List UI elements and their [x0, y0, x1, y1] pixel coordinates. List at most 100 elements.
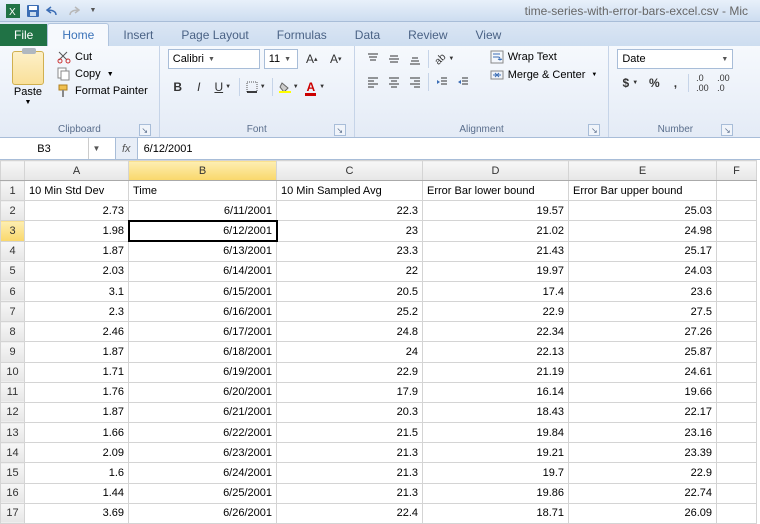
row-header[interactable]: 11: [1, 382, 25, 402]
cell[interactable]: 19.84: [423, 423, 569, 443]
cell[interactable]: 22: [277, 261, 423, 281]
cell[interactable]: 21.19: [423, 362, 569, 382]
cell[interactable]: [717, 322, 757, 342]
merge-center-button[interactable]: Merge & Center ▼: [487, 67, 601, 83]
row-header[interactable]: 4: [1, 241, 25, 261]
dialog-launcher-icon[interactable]: ↘: [721, 124, 733, 136]
cell[interactable]: 6/23/2001: [129, 443, 277, 463]
dialog-launcher-icon[interactable]: ↘: [139, 124, 151, 136]
cell[interactable]: 17.9: [277, 382, 423, 402]
cell[interactable]: 6/15/2001: [129, 281, 277, 301]
decrease-indent-button[interactable]: [432, 72, 452, 92]
accounting-format-button[interactable]: $▼: [617, 73, 643, 93]
cut-button[interactable]: Cut: [54, 49, 151, 65]
align-middle-button[interactable]: [384, 49, 404, 69]
italic-button[interactable]: I: [189, 77, 209, 97]
cell[interactable]: Time: [129, 181, 277, 201]
cell[interactable]: 3.1: [25, 281, 129, 301]
tab-page-layout[interactable]: Page Layout: [167, 24, 262, 46]
increase-indent-button[interactable]: [453, 72, 473, 92]
tab-data[interactable]: Data: [341, 24, 394, 46]
formula-input[interactable]: 6/12/2001: [137, 138, 760, 159]
format-painter-button[interactable]: Format Painter: [54, 83, 151, 99]
cell[interactable]: [717, 503, 757, 523]
cell[interactable]: 17.4: [423, 281, 569, 301]
underline-button[interactable]: U▼: [210, 77, 236, 97]
undo-icon[interactable]: [44, 2, 62, 20]
row-header[interactable]: 14: [1, 443, 25, 463]
percent-button[interactable]: %: [644, 73, 664, 93]
name-box[interactable]: ▼: [0, 138, 116, 159]
cell[interactable]: 2.03: [25, 261, 129, 281]
cell[interactable]: 22.13: [423, 342, 569, 362]
cell[interactable]: 24.03: [569, 261, 717, 281]
qat-dropdown-icon[interactable]: ▼: [84, 2, 102, 20]
cell[interactable]: [717, 261, 757, 281]
cell[interactable]: [717, 281, 757, 301]
cell[interactable]: 23.6: [569, 281, 717, 301]
chevron-down-icon[interactable]: ▼: [88, 138, 104, 159]
cell[interactable]: [717, 362, 757, 382]
cell[interactable]: 21.3: [277, 483, 423, 503]
row-header[interactable]: 1: [1, 181, 25, 201]
cell[interactable]: 10 Min Std Dev: [25, 181, 129, 201]
cell[interactable]: 24.98: [569, 221, 717, 241]
redo-icon[interactable]: [64, 2, 82, 20]
cell[interactable]: 25.17: [569, 241, 717, 261]
font-color-button[interactable]: A ▼: [303, 77, 329, 97]
cell[interactable]: 6/14/2001: [129, 261, 277, 281]
cell[interactable]: 22.9: [423, 302, 569, 322]
row-header[interactable]: 13: [1, 423, 25, 443]
increase-decimal-button[interactable]: .0.00: [692, 73, 712, 93]
cell[interactable]: 1.6: [25, 463, 129, 483]
bold-button[interactable]: B: [168, 77, 188, 97]
cell[interactable]: 6/20/2001: [129, 382, 277, 402]
align-center-button[interactable]: [384, 72, 404, 92]
cell[interactable]: 18.43: [423, 402, 569, 422]
row-header[interactable]: 17: [1, 503, 25, 523]
row-header[interactable]: 3: [1, 221, 25, 241]
cell[interactable]: 2.73: [25, 201, 129, 221]
cell[interactable]: 18.71: [423, 503, 569, 523]
row-header[interactable]: 16: [1, 483, 25, 503]
cell[interactable]: [717, 241, 757, 261]
tab-view[interactable]: View: [462, 24, 516, 46]
cell[interactable]: 6/11/2001: [129, 201, 277, 221]
cell[interactable]: 26.09: [569, 503, 717, 523]
cell[interactable]: 19.86: [423, 483, 569, 503]
dialog-launcher-icon[interactable]: ↘: [334, 124, 346, 136]
font-size-combo[interactable]: 11▼: [264, 49, 298, 69]
decrease-decimal-button[interactable]: .00.0: [713, 73, 733, 93]
cell[interactable]: 19.57: [423, 201, 569, 221]
cell[interactable]: 19.66: [569, 382, 717, 402]
cell[interactable]: Error Bar lower bound: [423, 181, 569, 201]
font-name-combo[interactable]: Calibri▼: [168, 49, 260, 69]
cell[interactable]: 20.5: [277, 281, 423, 301]
cell[interactable]: 23: [277, 221, 423, 241]
cell[interactable]: 1.66: [25, 423, 129, 443]
borders-button[interactable]: ▼: [243, 77, 269, 97]
cell[interactable]: 23.16: [569, 423, 717, 443]
comma-style-button[interactable]: ,: [665, 73, 685, 93]
cell[interactable]: 24.8: [277, 322, 423, 342]
row-header[interactable]: 9: [1, 342, 25, 362]
cell[interactable]: [717, 181, 757, 201]
row-header[interactable]: 2: [1, 201, 25, 221]
cell[interactable]: 22.74: [569, 483, 717, 503]
cell[interactable]: Error Bar upper bound: [569, 181, 717, 201]
cell[interactable]: 6/22/2001: [129, 423, 277, 443]
cell[interactable]: 10 Min Sampled Avg: [277, 181, 423, 201]
cell[interactable]: 6/12/2001: [129, 221, 277, 241]
row-header[interactable]: 6: [1, 281, 25, 301]
tab-formulas[interactable]: Formulas: [263, 24, 341, 46]
row-header[interactable]: 5: [1, 261, 25, 281]
cell[interactable]: 1.98: [25, 221, 129, 241]
cell[interactable]: 21.43: [423, 241, 569, 261]
cell[interactable]: 22.3: [277, 201, 423, 221]
fill-color-button[interactable]: ▼: [276, 77, 302, 97]
cell[interactable]: 6/25/2001: [129, 483, 277, 503]
orientation-button[interactable]: ab▼: [432, 49, 458, 69]
dialog-launcher-icon[interactable]: ↘: [588, 124, 600, 136]
row-header[interactable]: 7: [1, 302, 25, 322]
column-header[interactable]: A: [25, 161, 129, 181]
